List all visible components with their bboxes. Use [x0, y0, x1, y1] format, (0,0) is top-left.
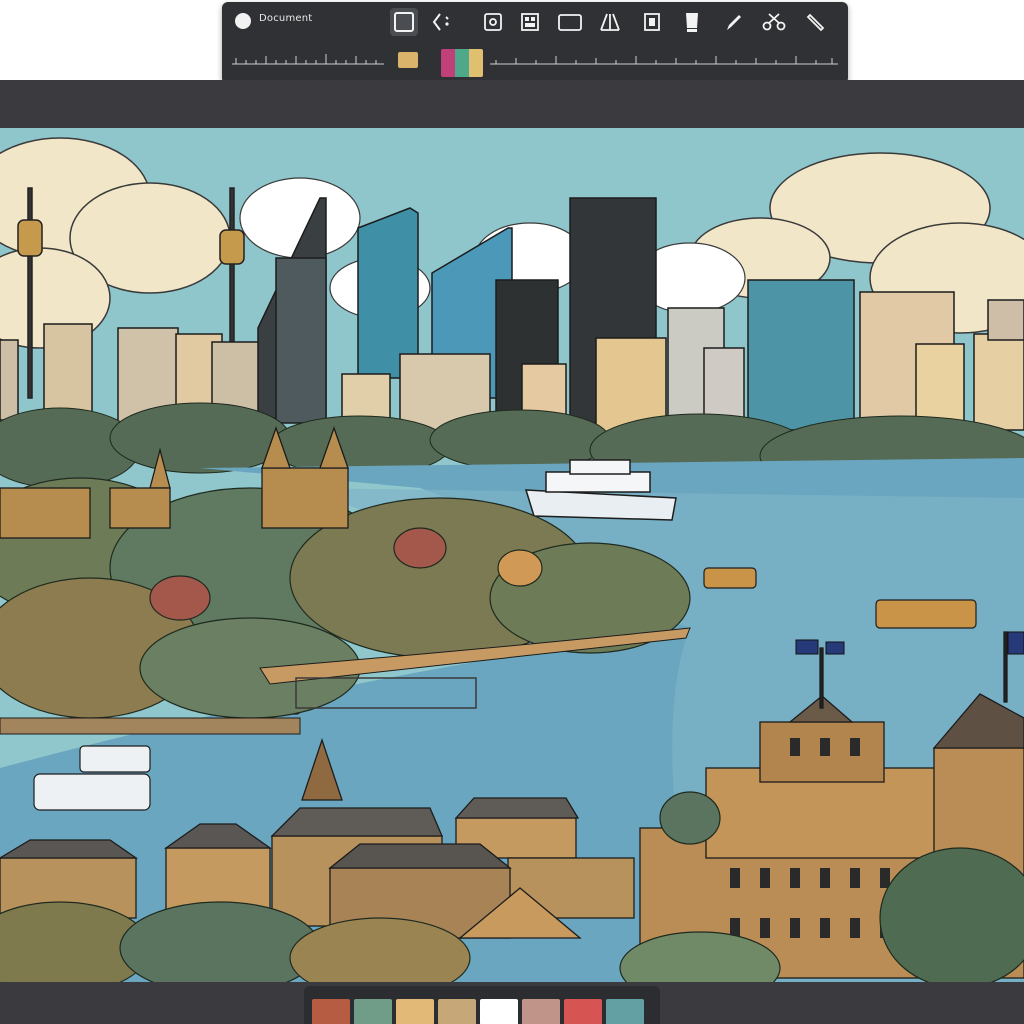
drawing-canvas[interactable]: [0, 128, 1024, 982]
select-tool-button[interactable]: [390, 8, 418, 36]
palette-swatch[interactable]: [522, 999, 560, 1024]
grid-tool-button[interactable]: [516, 8, 544, 36]
palette-swatch[interactable]: [606, 999, 644, 1024]
canvas-top-frame: [0, 80, 1024, 128]
top-toolbar: Document: [222, 2, 848, 84]
brush-size-ruler[interactable]: [232, 46, 384, 70]
lasso-icon: [432, 13, 449, 31]
perspective-icon: [600, 13, 620, 31]
crop-tool-button[interactable]: [638, 8, 666, 36]
palette-swatch[interactable]: [564, 999, 602, 1024]
perspective-tool-button[interactable]: [596, 8, 624, 36]
pen-tool-button[interactable]: [720, 8, 748, 36]
opacity-ruler[interactable]: [490, 46, 838, 70]
frame-icon: [558, 14, 582, 31]
crop-icon: [644, 13, 660, 31]
pencil-icon: [806, 13, 825, 32]
harbour-city-artwork: [0, 128, 1024, 982]
primary-color-swatch[interactable]: [398, 52, 418, 68]
color-strip[interactable]: [441, 49, 483, 77]
palette-swatch[interactable]: [312, 999, 350, 1024]
frame-tool-button[interactable]: [556, 8, 584, 36]
scissors-tool-button[interactable]: [760, 8, 788, 36]
scissors-icon: [762, 13, 786, 31]
document-title: Document: [259, 13, 313, 24]
pencil-tool-button[interactable]: [802, 8, 830, 36]
lasso-tool-button[interactable]: [428, 8, 456, 36]
grid-icon: [521, 13, 539, 31]
color-palette: [304, 986, 660, 1024]
layer-icon: [484, 13, 502, 31]
palette-swatch[interactable]: [396, 999, 434, 1024]
palette-swatch[interactable]: [480, 999, 518, 1024]
palette-swatch[interactable]: [354, 999, 392, 1024]
pen-icon: [727, 15, 741, 30]
palette-swatch[interactable]: [438, 999, 476, 1024]
eraser-icon: [686, 13, 698, 32]
eraser-tool-button[interactable]: [678, 8, 706, 36]
paint-app-window: Document: [0, 0, 1024, 1024]
document-status-icon[interactable]: [235, 13, 251, 29]
square-select-icon: [394, 12, 414, 32]
layer-tool-button[interactable]: [479, 8, 507, 36]
